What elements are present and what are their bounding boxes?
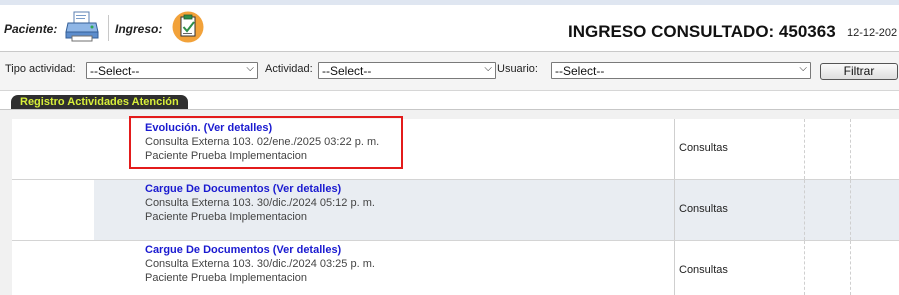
row-leading-cell [12, 119, 94, 179]
usuario-label: Usuario: [497, 63, 538, 75]
ver-detalles-link[interactable]: Cargue De Documentos (Ver detalles) [145, 183, 341, 195]
chevron-down-icon: ⌵ [799, 63, 807, 74]
paciente-label: Paciente: [4, 22, 58, 36]
row-leading-cell [12, 180, 94, 240]
row-empty-cell [804, 119, 851, 179]
usuario-value: --Select-- [555, 64, 605, 78]
printer-icon[interactable] [65, 11, 99, 46]
registro-actividades-tab[interactable]: Registro Actividades Atención [11, 95, 188, 110]
row-description: Cargue De Documentos (Ver detalles) Cons… [94, 241, 674, 295]
tipo-actividad-select[interactable]: --Select-- ⌵ [86, 62, 258, 79]
row-consulta-info: Consulta Externa 103. 30/dic./2024 05:12… [145, 197, 375, 209]
chevron-down-icon: ⌵ [484, 63, 492, 74]
ver-detalles-link[interactable]: Cargue De Documentos (Ver detalles) [145, 244, 341, 256]
row-leading-cell [12, 241, 94, 295]
actividad-value: --Select-- [322, 64, 372, 78]
row-category-cell: Consultas [674, 241, 805, 295]
row-category: Consultas [679, 264, 728, 276]
filtrar-button[interactable]: Filtrar [820, 63, 898, 80]
activity-row: Cargue De Documentos (Ver detalles) Cons… [12, 241, 899, 295]
clipboard-icon[interactable] [172, 10, 204, 47]
row-empty-cell [804, 241, 851, 295]
row-patient-name: Paciente Prueba Implementacion [145, 211, 308, 223]
row-empty-cell [850, 180, 899, 240]
actividad-label: Actividad: [265, 63, 313, 75]
header-divider [108, 15, 109, 41]
row-category-cell: Consultas [674, 180, 805, 240]
patient-header: Paciente: Ingreso: INGRESO CONSULTADO: 4… [0, 5, 899, 52]
filter-bar: Tipo actividad: --Select-- ⌵ Actividad: … [0, 52, 899, 91]
usuario-select[interactable]: --Select-- ⌵ [551, 62, 811, 79]
ingreso-label: Ingreso: [115, 22, 163, 36]
row-patient-name: Paciente Prueba Implementacion [145, 272, 308, 284]
row-category: Consultas [679, 203, 728, 215]
row-category: Consultas [679, 142, 728, 154]
row-empty-cell [850, 119, 899, 179]
chevron-down-icon: ⌵ [246, 63, 254, 74]
row-category-cell: Consultas [674, 119, 805, 179]
ingreso-title: INGRESO CONSULTADO: 450363 [568, 22, 836, 41]
current-date: 12-12-202 [847, 27, 898, 39]
activity-row: Cargue De Documentos (Ver detalles) Cons… [12, 180, 899, 241]
row-consulta-info: Consulta Externa 103. 30/dic./2024 03:25… [145, 258, 375, 270]
tipo-actividad-value: --Select-- [90, 64, 140, 78]
row-empty-cell [804, 180, 851, 240]
tipo-actividad-label: Tipo actividad: [5, 63, 76, 75]
row-description: Cargue De Documentos (Ver detalles) Cons… [94, 180, 674, 240]
row-empty-cell [850, 241, 899, 295]
actividad-select[interactable]: --Select-- ⌵ [318, 62, 496, 79]
highlight-box [129, 116, 403, 169]
